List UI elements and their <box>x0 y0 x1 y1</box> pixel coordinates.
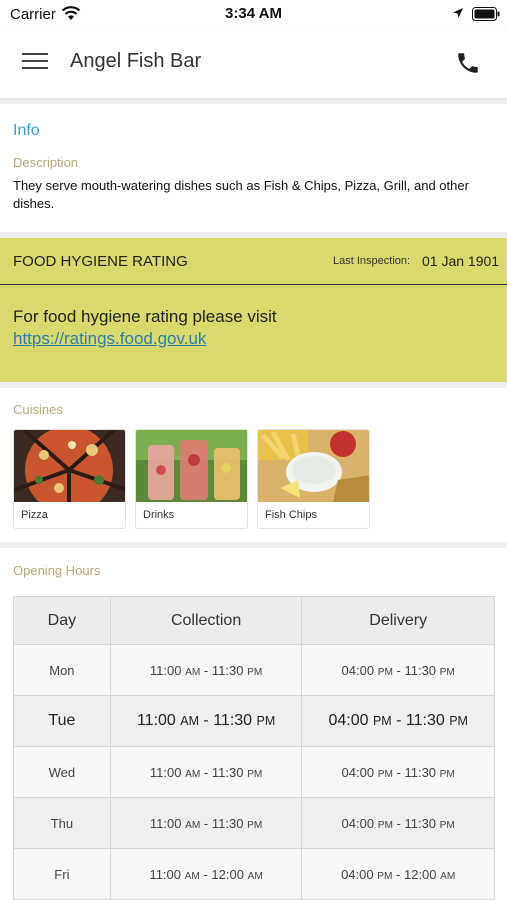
location-arrow-icon <box>453 8 463 18</box>
cuisine-name: Pizza <box>21 509 48 521</box>
description-text: They serve mouth-watering dishes such as… <box>13 178 469 211</box>
collection-cell: 11:00 AM - 11:30 PM <box>109 644 303 696</box>
clock: 3:34 AM <box>225 5 282 22</box>
collection-cell: 11:00 AM - 11:30 PM <box>109 695 303 747</box>
table-row: Wed 11:00 AM - 11:30 PM 04:00 PM - 11:30… <box>13 746 495 798</box>
collection-cell: 11:00 AM - 12:00 AM <box>109 848 303 900</box>
column-header-day: Day <box>13 596 111 645</box>
cuisine-card-pizza[interactable]: Pizza <box>13 429 126 529</box>
opening-hours-label: Opening Hours <box>13 563 101 578</box>
hygiene-ratings-link[interactable]: https://ratings.food.gov.uk <box>13 329 206 349</box>
phone-icon[interactable] <box>455 50 481 76</box>
last-inspection-label: Last Inspection: <box>333 255 411 267</box>
hygiene-header: FOOD HYGIENE RATING Last Inspection: 01 … <box>0 238 507 285</box>
cuisines-section: Cuisines Pizza Drinks Fish Chips <box>0 388 507 542</box>
delivery-cell: 04:00 PM - 11:30 PM <box>301 644 495 696</box>
drinks-photo <box>136 430 247 502</box>
table-header-row: Day Collection Delivery <box>13 596 495 645</box>
battery-icon <box>472 7 500 21</box>
day-cell: Mon <box>13 644 111 696</box>
collection-cell: 11:00 AM - 11:30 PM <box>109 746 303 798</box>
collection-cell: 11:00 AM - 11:30 PM <box>109 797 303 849</box>
cuisine-name: Fish Chips <box>265 509 317 521</box>
status-bar: Carrier 3:34 AM <box>0 0 507 28</box>
food-hygiene-section: FOOD HYGIENE RATING Last Inspection: 01 … <box>0 238 507 382</box>
opening-hours-section: Opening Hours Day Collection Delivery Mo… <box>0 548 507 900</box>
cuisine-card-fish-chips[interactable]: Fish Chips <box>257 429 370 529</box>
day-cell: Thu <box>13 797 111 849</box>
day-cell: Tue <box>13 695 111 747</box>
column-header-delivery: Delivery <box>301 596 495 645</box>
opening-hours-table: Day Collection Delivery Mon 11:00 AM - 1… <box>13 596 495 900</box>
pizza-photo <box>14 430 125 502</box>
table-row: Thu 11:00 AM - 11:30 PM 04:00 PM - 11:30… <box>13 797 495 849</box>
hamburger-menu-icon[interactable] <box>22 51 48 71</box>
delivery-cell: 04:00 PM - 11:30 PM <box>301 746 495 798</box>
last-inspection-date: 01 Jan 1901 <box>422 253 500 269</box>
description-label: Description <box>13 155 79 170</box>
column-header-collection: Collection <box>109 596 303 645</box>
delivery-cell: 04:00 PM - 12:00 AM <box>301 848 495 900</box>
table-row-today: Tue 11:00 AM - 11:30 PM 04:00 PM - 11:30… <box>13 695 495 747</box>
page-title: Angel Fish Bar <box>70 50 202 72</box>
cuisine-name: Drinks <box>143 509 175 521</box>
cuisine-card-drinks[interactable]: Drinks <box>135 429 248 529</box>
delivery-cell: 04:00 PM - 11:30 PM <box>301 695 495 747</box>
day-cell: Wed <box>13 746 111 798</box>
hygiene-visit-text: For food hygiene rating please visit <box>13 307 277 326</box>
hygiene-title: FOOD HYGIENE RATING <box>13 253 188 270</box>
day-cell: Fri <box>13 848 111 900</box>
nav-bar: Angel Fish Bar <box>0 28 507 98</box>
delivery-cell: 04:00 PM - 11:30 PM <box>301 797 495 849</box>
cuisines-label: Cuisines <box>13 402 63 417</box>
fish-chips-photo <box>258 430 369 502</box>
table-row: Fri 11:00 AM - 12:00 AM 04:00 PM - 12:00… <box>13 848 495 900</box>
table-row: Mon 11:00 AM - 11:30 PM 04:00 PM - 11:30… <box>13 644 495 696</box>
info-section: Info Description They serve mouth-wateri… <box>0 104 507 232</box>
info-heading: Info <box>13 122 40 139</box>
